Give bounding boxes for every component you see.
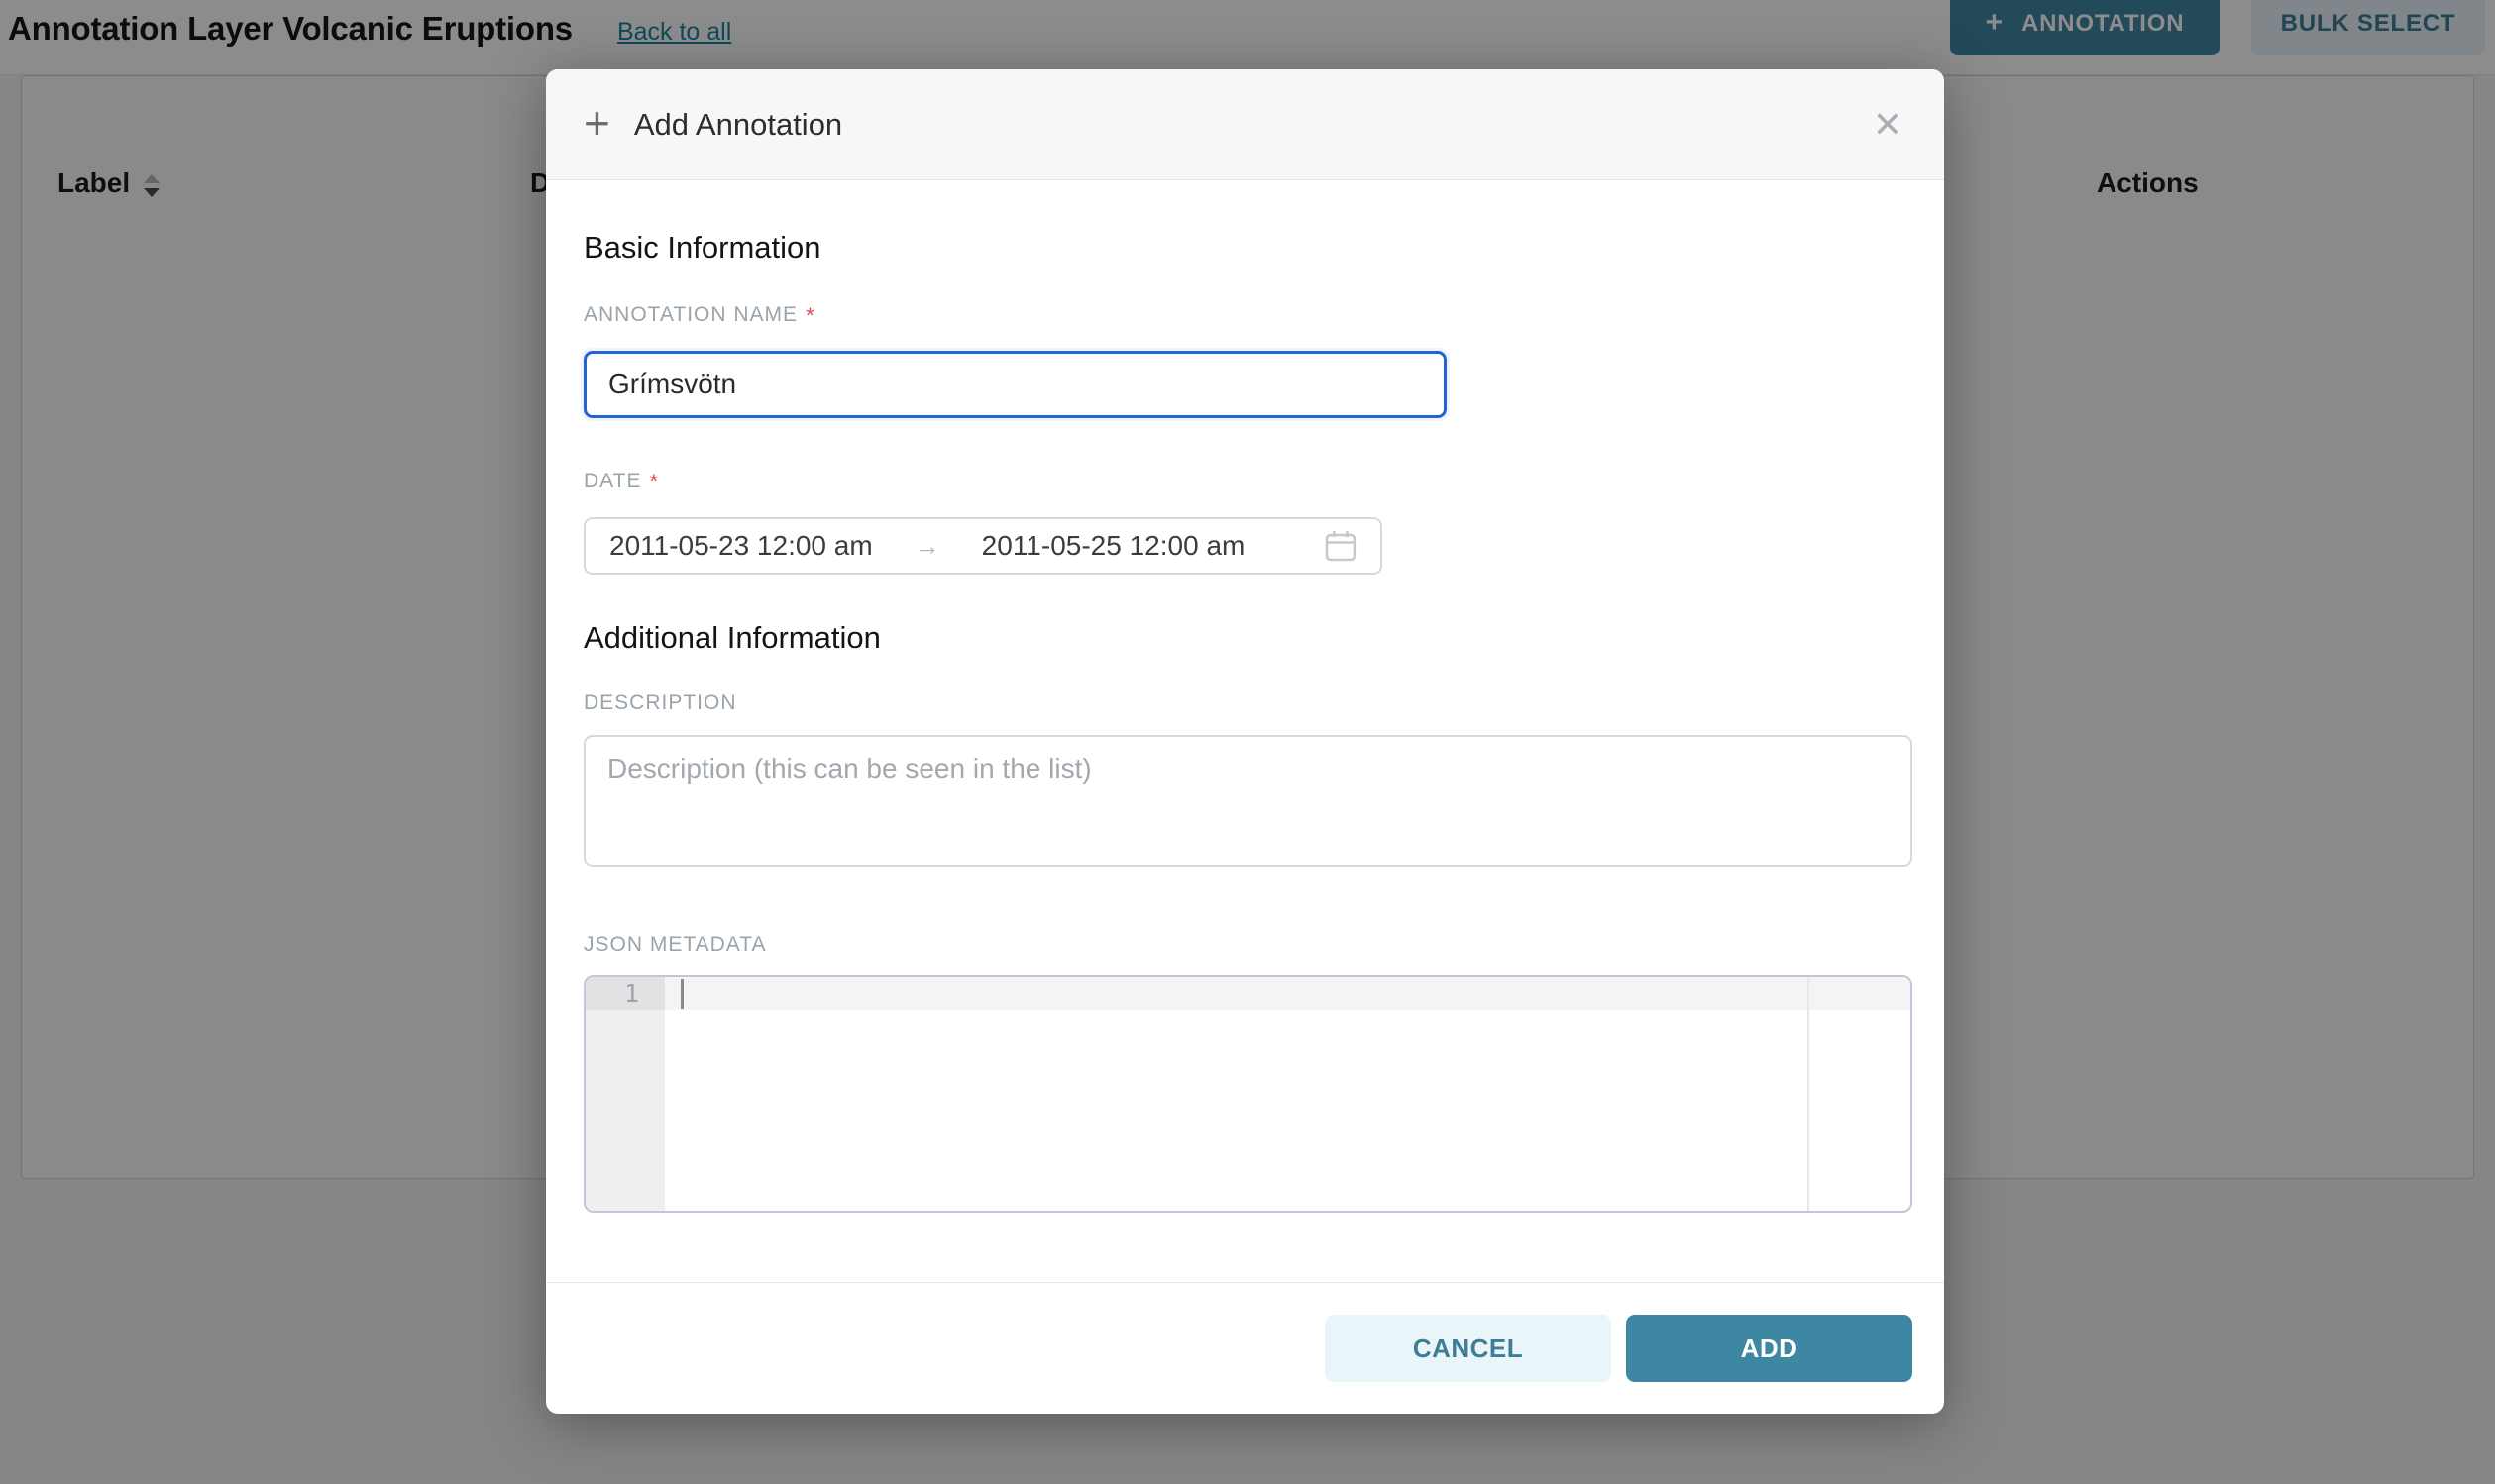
modal-footer: CANCEL ADD xyxy=(546,1282,1944,1414)
date-range-picker[interactable]: 2011-05-23 12:00 am → 2011-05-25 12:00 a… xyxy=(584,517,1382,575)
modal-title: Add Annotation xyxy=(634,107,842,143)
section-additional-information: Additional Information xyxy=(584,620,1912,656)
description-label: DESCRIPTION xyxy=(584,691,1912,715)
annotation-name-input[interactable] xyxy=(584,351,1447,418)
text-cursor xyxy=(681,979,684,1009)
description-textarea[interactable] xyxy=(584,735,1912,867)
calendar-icon xyxy=(1325,529,1356,563)
add-button[interactable]: ADD xyxy=(1626,1315,1912,1382)
modal-header: + Add Annotation ✕ xyxy=(546,69,1944,180)
json-metadata-editor[interactable]: 1 xyxy=(584,975,1912,1213)
date-start-value[interactable]: 2011-05-23 12:00 am xyxy=(609,530,873,562)
required-asterisk: * xyxy=(649,470,659,495)
editor-print-margin xyxy=(1807,977,1809,1211)
plus-icon: + xyxy=(584,100,610,146)
modal-body: Basic Information ANNOTATION NAME * DATE… xyxy=(584,180,1912,1213)
date-end-value[interactable]: 2011-05-25 12:00 am xyxy=(982,530,1246,562)
add-annotation-modal: + Add Annotation ✕ Basic Information ANN… xyxy=(546,69,1944,1414)
section-basic-information: Basic Information xyxy=(584,230,1912,265)
cancel-button[interactable]: CANCEL xyxy=(1325,1315,1611,1382)
editor-gutter xyxy=(586,977,665,1211)
date-label: DATE * xyxy=(584,470,1912,495)
editor-active-line xyxy=(665,977,1910,1010)
arrow-right-icon: → xyxy=(915,531,940,562)
json-metadata-label: JSON METADATA xyxy=(584,933,1912,957)
annotation-name-label: ANNOTATION NAME * xyxy=(584,303,1912,329)
required-asterisk: * xyxy=(806,303,815,329)
editor-line-number: 1 xyxy=(586,977,665,1010)
close-icon[interactable]: ✕ xyxy=(1869,103,1906,147)
